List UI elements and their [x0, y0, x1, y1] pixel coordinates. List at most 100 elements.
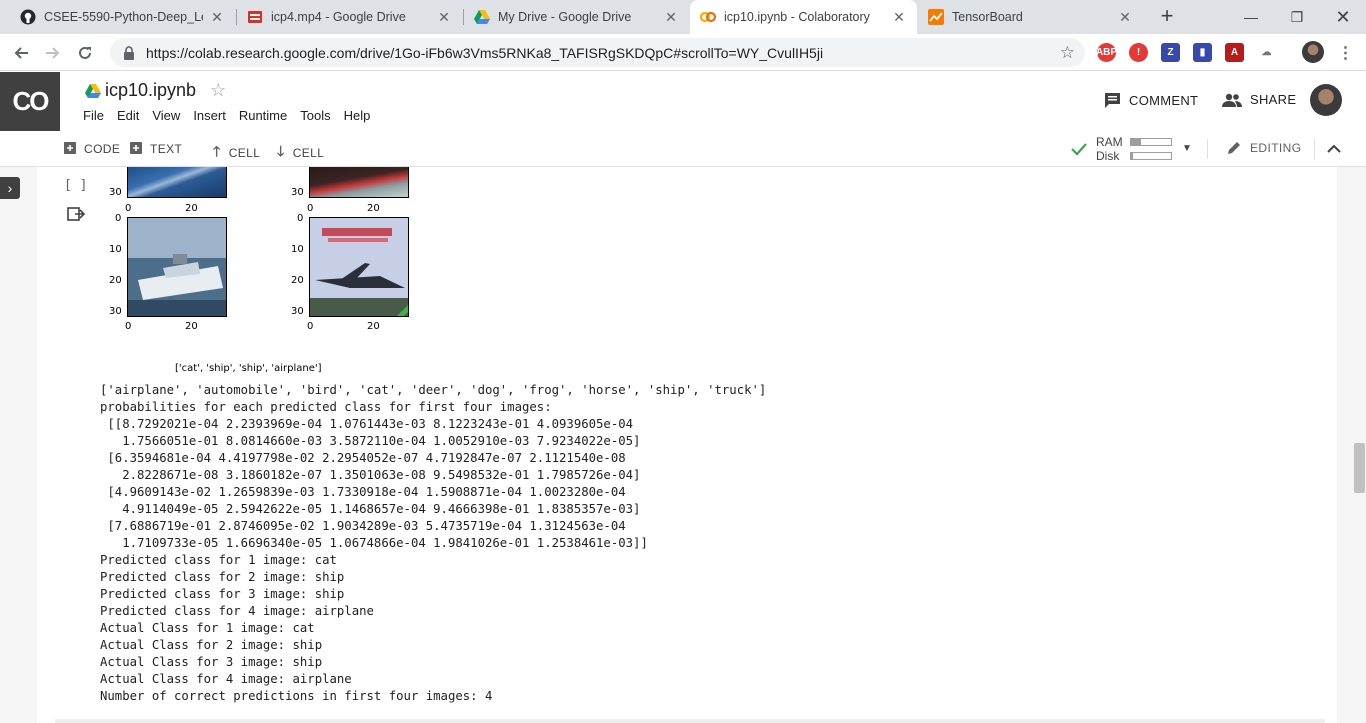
address-bar[interactable]: https://colab.research.google.com/drive/…: [110, 38, 1085, 67]
add-code-button[interactable]: CODE: [64, 141, 120, 157]
people-icon: [1222, 93, 1242, 107]
plot-image-airplane: [309, 217, 409, 317]
x-tick-label: 20: [367, 321, 380, 332]
tensorboard-icon: [928, 9, 944, 25]
x-tick-label: 20: [185, 203, 198, 214]
arrow-down-icon: 🡓: [277, 143, 285, 159]
browser-menu-icon[interactable]: ⋮: [1336, 43, 1355, 62]
plot-caption: ['cat', 'ship', 'ship', 'airplane']: [175, 363, 322, 374]
tab-my-drive[interactable]: My Drive - Google Drive ✕: [464, 0, 689, 34]
chevron-down-icon[interactable]: ▼: [1182, 143, 1192, 154]
red-extension-icon[interactable]: !: [1129, 43, 1148, 62]
menu-help[interactable]: Help: [344, 108, 371, 123]
output-line: Number of correct predictions in first f…: [100, 689, 493, 703]
close-icon[interactable]: ✕: [436, 9, 452, 26]
scrollbar-thumb[interactable]: [1354, 443, 1365, 493]
output-line: [6.3594681e-04 4.4197798e-02 2.2954052e-…: [100, 451, 626, 465]
output-line: [7.6886719e-01 2.8746095e-02 1.9034289e-…: [100, 519, 626, 533]
menu-runtime[interactable]: Runtime: [239, 108, 287, 123]
account-avatar[interactable]: [1310, 84, 1342, 116]
profile-avatar[interactable]: [1302, 41, 1324, 63]
bookmark-extension-icon[interactable]: ▮: [1193, 43, 1212, 62]
output-line: [[8.7292021e-04 2.2393969e-04 1.0761443e…: [100, 417, 634, 431]
x-tick-label: 0: [307, 321, 314, 332]
browser-tab-strip: CSEE-5590-Python-Deep_Lear ✕ icp4.mp4 - …: [0, 0, 1366, 34]
menu-view[interactable]: View: [152, 108, 180, 123]
output-line: probabilities for each predicted class f…: [100, 400, 552, 414]
colab-header: CO icp10.ipynb ☆ File Edit View Insert R…: [0, 72, 1366, 131]
url-text: https://colab.research.google.com/drive/…: [146, 44, 824, 61]
output-line: 1.7566051e-01 8.0814660e-03 3.5872110e-0…: [100, 434, 641, 448]
chevron-up-icon[interactable]: [1327, 143, 1341, 153]
y-tick-label: 10: [291, 244, 304, 255]
output-line: 4.9114049e-05 2.5942622e-05 1.1468657e-0…: [100, 502, 641, 516]
menu-insert[interactable]: Insert: [193, 108, 226, 123]
resource-monitor[interactable]: RAM Disk: [1096, 134, 1172, 163]
sidebar-toggle-chevron-icon[interactable]: ›: [0, 177, 20, 199]
forward-arrow-icon[interactable]: [40, 40, 66, 66]
y-tick-label: 0: [297, 213, 304, 224]
menu-bar: File Edit View Insert Runtime Tools Help: [83, 108, 383, 123]
minimize-icon[interactable]: —: [1228, 0, 1274, 34]
cell-run-button[interactable]: [ ]: [64, 178, 87, 193]
tab-title: CSEE-5590-Python-Deep_Lear: [44, 10, 203, 24]
google-drive-icon: [474, 9, 490, 25]
restore-icon[interactable]: ❐: [1274, 0, 1320, 34]
tab-colab-active[interactable]: icp10.ipynb - Colaboratory ✕: [690, 0, 917, 34]
star-icon[interactable]: ☆: [210, 80, 226, 101]
output-line: 2.8228671e-08 3.1860182e-07 1.3501063e-0…: [100, 468, 641, 482]
move-cell-down-button[interactable]: 🡓 CELL: [277, 141, 324, 165]
y-tick-label: 0: [115, 213, 122, 224]
editing-mode-button[interactable]: EDITING: [1226, 140, 1301, 156]
close-icon[interactable]: ✕: [1117, 9, 1133, 26]
tab-icp4-video[interactable]: icp4.mp4 - Google Drive ✕: [237, 0, 462, 34]
tab-github[interactable]: CSEE-5590-Python-Deep_Lear ✕: [10, 0, 235, 34]
back-arrow-icon[interactable]: [8, 40, 34, 66]
notebook-title-bar: icp10.ipynb ☆: [85, 80, 226, 101]
bookmark-star-icon[interactable]: ☆: [1060, 43, 1075, 63]
output-line: 1.7109733e-05 1.6696340e-05 1.0674866e-0…: [100, 536, 648, 550]
share-button[interactable]: SHARE: [1222, 92, 1296, 107]
colab-logo[interactable]: CO: [0, 72, 60, 131]
output-line: Predicted class for 2 image: ship: [100, 570, 345, 584]
add-text-button[interactable]: TEXT: [130, 141, 182, 157]
reload-icon[interactable]: [72, 40, 98, 66]
output-line: Predicted class for 3 image: ship: [100, 587, 345, 601]
close-icon[interactable]: ✕: [663, 9, 679, 26]
output-actions-icon[interactable]: [67, 206, 85, 222]
x-tick-label: 20: [185, 321, 198, 332]
output-line: Predicted class for 1 image: cat: [100, 553, 337, 567]
x-tick-label: 20: [367, 203, 380, 214]
y-tick-label: 30: [291, 306, 304, 317]
plus-icon: [64, 141, 76, 157]
close-icon[interactable]: ✕: [891, 9, 907, 26]
zotero-extension-icon[interactable]: Z: [1161, 43, 1180, 62]
y-tick-label: 20: [109, 275, 122, 286]
google-drive-icon: [85, 83, 101, 98]
menu-edit[interactable]: Edit: [117, 108, 139, 123]
menu-file[interactable]: File: [83, 108, 104, 123]
output-line: Actual Class for 2 image: ship: [100, 638, 323, 652]
pdf-extension-icon[interactable]: A: [1225, 43, 1244, 62]
window-close-icon[interactable]: ✕: [1320, 0, 1366, 34]
output-line: ['airplane', 'automobile', 'bird', 'cat'…: [100, 383, 767, 397]
menu-tools[interactable]: Tools: [300, 108, 330, 123]
ram-label: RAM: [1096, 134, 1123, 149]
new-tab-button[interactable]: +: [1155, 5, 1179, 29]
cloud-extension-icon[interactable]: ☁: [1257, 43, 1276, 62]
x-tick-label: 0: [307, 203, 314, 214]
tab-tensorboard[interactable]: TensorBoard ✕: [918, 0, 1143, 34]
arrow-up-icon: 🡑: [213, 143, 221, 159]
close-icon[interactable]: ✕: [209, 9, 225, 26]
cell-bottom-divider: [55, 719, 1325, 723]
adblock-extension-icon[interactable]: ABP: [1096, 43, 1117, 62]
colab-icon: [700, 9, 716, 25]
comment-button[interactable]: COMMENT: [1104, 92, 1198, 109]
plot-image-ship-2: [127, 217, 227, 317]
output-line: [4.9609143e-02 1.2659839e-03 1.7330918e-…: [100, 485, 626, 499]
move-cell-up-button[interactable]: 🡑 CELL: [213, 141, 260, 165]
browser-toolbar: https://colab.research.google.com/drive/…: [0, 34, 1366, 71]
output-line: Actual Class for 3 image: ship: [100, 655, 323, 669]
notebook-title[interactable]: icp10.ipynb: [105, 80, 196, 101]
github-icon: [20, 9, 36, 25]
